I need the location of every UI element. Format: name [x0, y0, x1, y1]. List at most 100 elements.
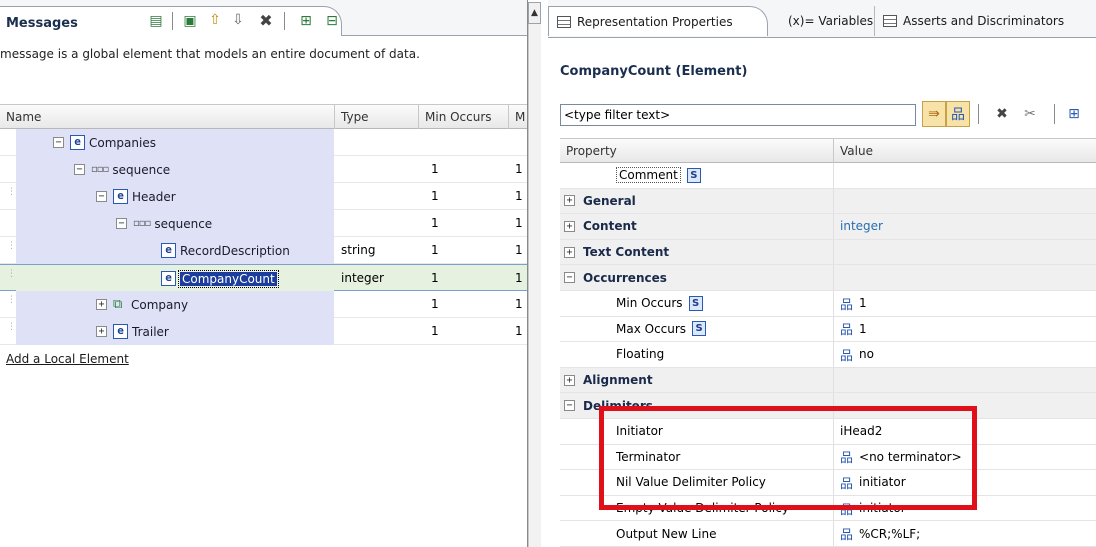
min-occurs-cell[interactable]: 1: [431, 156, 439, 183]
expand-all-icon[interactable]: ⊞: [1062, 101, 1086, 127]
column-header-value[interactable]: Value: [834, 139, 1096, 163]
column-header-property[interactable]: Property: [560, 139, 834, 163]
property-value[interactable]: no: [859, 347, 874, 361]
property-value[interactable]: 1: [859, 322, 867, 336]
move-up-icon[interactable]: ⇧: [205, 10, 225, 30]
property-row-floating[interactable]: Floating 品 no: [560, 342, 1096, 368]
property-row-comment[interactable]: Comment S: [560, 163, 1096, 189]
category-row-occurrences[interactable]: − Occurrences: [560, 265, 1096, 291]
property-value[interactable]: %CR;%LF;: [859, 527, 920, 541]
expand-icon[interactable]: +: [564, 220, 575, 232]
tree-node[interactable]: + ⧉ Company: [96, 291, 188, 318]
collapse-icon[interactable]: −: [74, 164, 85, 175]
tree-node[interactable]: e CompanyCount: [161, 265, 279, 292]
remove-property-icon[interactable]: ✖: [990, 101, 1014, 127]
type-cell[interactable]: string: [341, 237, 375, 264]
min-occurs-cell[interactable]: 1: [431, 318, 439, 345]
property-value[interactable]: 1: [859, 296, 867, 310]
scroll-up-button[interactable]: ▲: [528, 2, 541, 24]
column-header-min-occurs[interactable]: Min Occurs: [419, 105, 509, 129]
category-row-content[interactable]: + Content integer: [560, 214, 1096, 240]
collapse-icon[interactable]: −: [564, 400, 575, 412]
messages-tab[interactable]: Messages: [0, 6, 342, 36]
category-row-delimiters[interactable]: − Delimiters: [560, 393, 1096, 419]
show-advanced-icon[interactable]: ⇛: [922, 101, 946, 127]
node-label: Companies: [89, 135, 156, 150]
property-value[interactable]: initiator: [859, 475, 906, 489]
property-value-icon: 品: [840, 502, 854, 518]
add-local-element-link[interactable]: Add a Local Element: [6, 352, 129, 366]
table-row-selected[interactable]: ⋮ e CompanyCount integer 1 1: [0, 264, 527, 292]
category-row-general[interactable]: + General: [560, 188, 1096, 215]
move-down-icon[interactable]: ⇩: [228, 10, 248, 30]
property-value[interactable]: integer: [840, 219, 883, 233]
collapse-icon[interactable]: −: [53, 137, 64, 148]
collapse-icon[interactable]: −: [564, 272, 575, 284]
max-occurs-cell[interactable]: 1: [515, 265, 523, 292]
min-occurs-cell[interactable]: 1: [431, 265, 439, 292]
node-label: sequence: [154, 216, 213, 231]
property-value[interactable]: <no terminator>: [859, 450, 962, 464]
type-cell[interactable]: integer: [341, 265, 384, 292]
max-occurs-cell[interactable]: 1: [515, 156, 523, 183]
property-row-max-occurs[interactable]: Max Occurs S 品1: [560, 316, 1096, 343]
remove-all-icon[interactable]: ✂: [1018, 101, 1042, 127]
tree-node[interactable]: − e Companies: [53, 129, 156, 156]
property-row-output-new-line[interactable]: Output New Line 品 %CR;%LF;: [560, 521, 1096, 547]
property-value[interactable]: initiator: [859, 501, 906, 515]
tree-node[interactable]: − ▫▫▫ sequence: [74, 156, 170, 183]
collapse-all-icon[interactable]: ⊟: [322, 11, 342, 31]
table-row[interactable]: − ▫▫▫ sequence 1 1: [0, 210, 527, 237]
property-row-min-occurs[interactable]: Min Occurs S 品1: [560, 290, 1096, 317]
category-row-text-content[interactable]: + Text Content: [560, 239, 1096, 266]
tree-node[interactable]: + e Trailer: [96, 318, 169, 345]
min-occurs-cell[interactable]: 1: [431, 237, 439, 264]
add-message-icon[interactable]: ▤: [146, 11, 166, 31]
expand-icon[interactable]: +: [96, 326, 107, 337]
property-row-terminator[interactable]: Terminator 品 <no terminator>: [560, 444, 1096, 471]
vertical-scrollbar[interactable]: [528, 24, 541, 547]
max-occurs-cell[interactable]: 1: [515, 318, 523, 345]
column-header-type[interactable]: Type: [335, 105, 419, 129]
collapse-icon[interactable]: −: [116, 218, 127, 229]
tab-asserts-and-discriminators[interactable]: Asserts and Discriminators: [874, 6, 1084, 36]
tab-variables[interactable]: (x)= Variables: [780, 6, 873, 36]
expand-icon[interactable]: +: [564, 374, 575, 386]
delete-icon[interactable]: ✖: [256, 10, 276, 30]
max-occurs-cell[interactable]: 1: [515, 291, 523, 318]
tree-node[interactable]: − ▫▫▫ sequence: [116, 210, 212, 237]
property-row-empty-value-delimiter-policy[interactable]: Empty Value Delimiter Policy 品 initiator: [560, 495, 1096, 522]
table-row[interactable]: ⋮ + e Trailer 1 1: [0, 318, 527, 345]
drag-grip-icon: ⋮: [7, 269, 16, 279]
expand-icon[interactable]: +: [96, 299, 107, 310]
property-row-nil-value-delimiter-policy[interactable]: Nil Value Delimiter Policy 品 initiator: [560, 470, 1096, 496]
min-occurs-cell[interactable]: 1: [431, 210, 439, 237]
tab-representation-properties[interactable]: Representation Properties: [548, 6, 768, 36]
min-occurs-cell[interactable]: 1: [431, 183, 439, 210]
property-value[interactable]: iHead2: [840, 424, 882, 438]
max-occurs-cell[interactable]: 1: [515, 237, 523, 264]
max-occurs-cell[interactable]: 1: [515, 210, 523, 237]
max-occurs-cell[interactable]: 1: [515, 183, 523, 210]
table-row[interactable]: ⋮ + ⧉ Company 1 1: [0, 291, 527, 318]
expand-icon[interactable]: +: [564, 246, 575, 258]
tree-node[interactable]: e RecordDescription: [161, 237, 290, 264]
expand-all-icon[interactable]: ⊞: [296, 11, 316, 31]
table-row[interactable]: − ▫▫▫ sequence 1 1: [0, 156, 527, 183]
tree-node[interactable]: − e Header: [96, 183, 176, 210]
expand-icon[interactable]: +: [564, 195, 575, 207]
min-occurs-cell[interactable]: 1: [431, 291, 439, 318]
table-row[interactable]: ⋮ e RecordDescription string 1 1: [0, 237, 527, 264]
property-label: Comment: [616, 167, 681, 184]
category-row-alignment[interactable]: + Alignment: [560, 367, 1096, 394]
collapse-icon[interactable]: −: [96, 191, 107, 202]
filter-input[interactable]: [560, 104, 916, 126]
column-header-max-occurs[interactable]: M: [509, 105, 527, 129]
add-element-icon[interactable]: ▣: [180, 11, 200, 31]
table-row[interactable]: − e Companies: [0, 129, 527, 156]
table-row[interactable]: ⋮ − e Header 1 1: [0, 183, 527, 210]
property-row-initiator[interactable]: Initiator iHead2: [560, 418, 1096, 445]
node-label: Header: [132, 189, 176, 204]
column-header-name[interactable]: Name: [0, 105, 335, 129]
show-categories-icon[interactable]: 品: [946, 101, 970, 127]
